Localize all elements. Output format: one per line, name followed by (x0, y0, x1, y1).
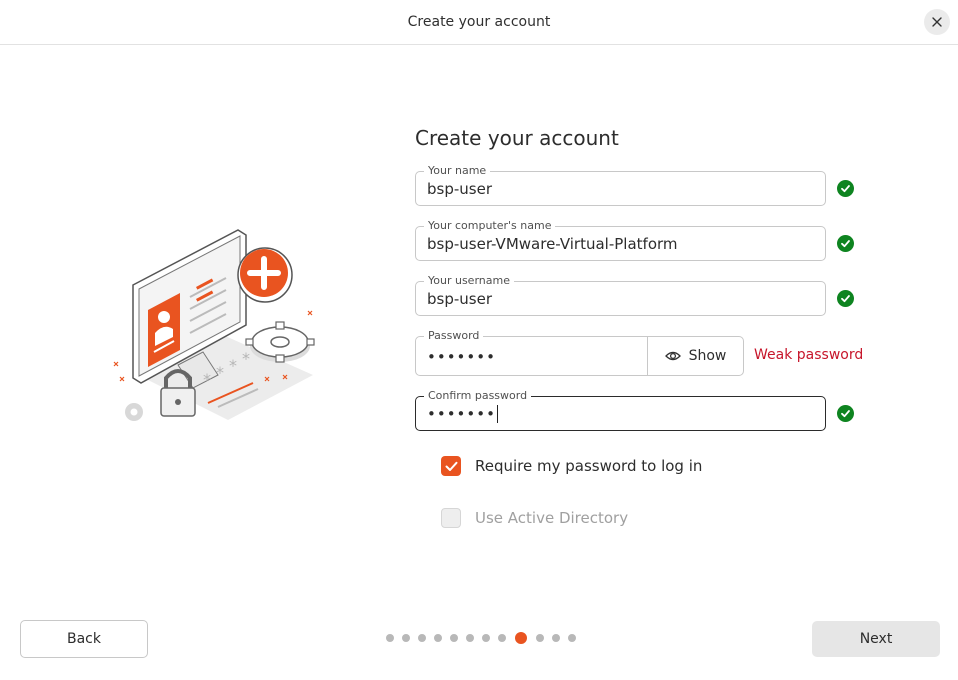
checkbox-check-icon (445, 461, 457, 471)
require-password-label: Require my password to log in (475, 457, 703, 475)
active-directory-option[interactable]: Use Active Directory (441, 508, 628, 528)
confirm-password-field[interactable]: Confirm password ••••••• (415, 389, 826, 431)
password-strength-label: Weak password (754, 347, 864, 363)
title-bar: Create your account (0, 0, 958, 45)
name-field[interactable]: Your name bsp-user (415, 164, 826, 206)
progress-dot (402, 634, 410, 642)
computer-name-field-value: bsp-user-VMware-Virtual-Platform (427, 235, 678, 253)
svg-text:*: * (203, 370, 211, 389)
confirm-password-field-value: ••••••• (427, 405, 496, 423)
next-button-label: Next (859, 631, 893, 647)
confirm-password-field-label: Confirm password (424, 389, 532, 403)
password-field[interactable]: Password ••••••• Show (415, 329, 744, 376)
active-directory-label: Use Active Directory (475, 509, 629, 527)
page-heading: Create your account (415, 126, 619, 150)
svg-text:*: * (229, 356, 237, 375)
progress-dot (418, 634, 426, 642)
progress-dot (450, 634, 458, 642)
text-caret (496, 405, 499, 423)
account-security-illustration: * * * * (113, 229, 315, 421)
progress-dot (498, 634, 506, 642)
back-button-label: Back (67, 631, 101, 647)
svg-text:*: * (216, 363, 224, 382)
close-icon (932, 17, 942, 27)
progress-dot-active (515, 632, 527, 644)
require-password-option[interactable]: Require my password to log in (441, 456, 702, 476)
progress-dot (466, 634, 474, 642)
close-button[interactable] (924, 9, 950, 35)
username-field[interactable]: Your username bsp-user (415, 274, 826, 316)
progress-dot (482, 634, 490, 642)
progress-dot (434, 634, 442, 642)
name-field-value: bsp-user (427, 180, 492, 198)
progress-dot (568, 634, 576, 642)
require-password-checkbox[interactable] (441, 456, 461, 476)
window-title: Create your account (407, 14, 551, 30)
confirm-password-field-value-wrap: ••••••• (427, 405, 499, 423)
progress-dot (536, 634, 544, 642)
name-valid-check-icon (837, 180, 854, 197)
password-field-label: Password (424, 329, 484, 343)
username-valid-check-icon (837, 290, 854, 307)
next-button[interactable]: Next (812, 621, 940, 657)
confirm-password-valid-check-icon (837, 405, 854, 422)
show-password-button[interactable]: Show (647, 337, 743, 375)
progress-dots (386, 632, 576, 644)
username-field-value: bsp-user (427, 290, 492, 308)
computer-name-field[interactable]: Your computer's name bsp-user-VMware-Vir… (415, 219, 826, 261)
progress-dot (386, 634, 394, 642)
progress-dot (552, 634, 560, 642)
eye-icon (664, 351, 681, 361)
computer-name-valid-check-icon (837, 235, 854, 252)
username-field-label: Your username (424, 274, 514, 288)
name-field-label: Your name (424, 164, 491, 178)
password-field-value: ••••••• (427, 348, 496, 366)
active-directory-checkbox[interactable] (441, 508, 461, 528)
computer-name-field-label: Your computer's name (424, 219, 556, 233)
back-button[interactable]: Back (20, 620, 148, 658)
show-password-label: Show (688, 348, 727, 364)
svg-text:*: * (242, 349, 250, 368)
